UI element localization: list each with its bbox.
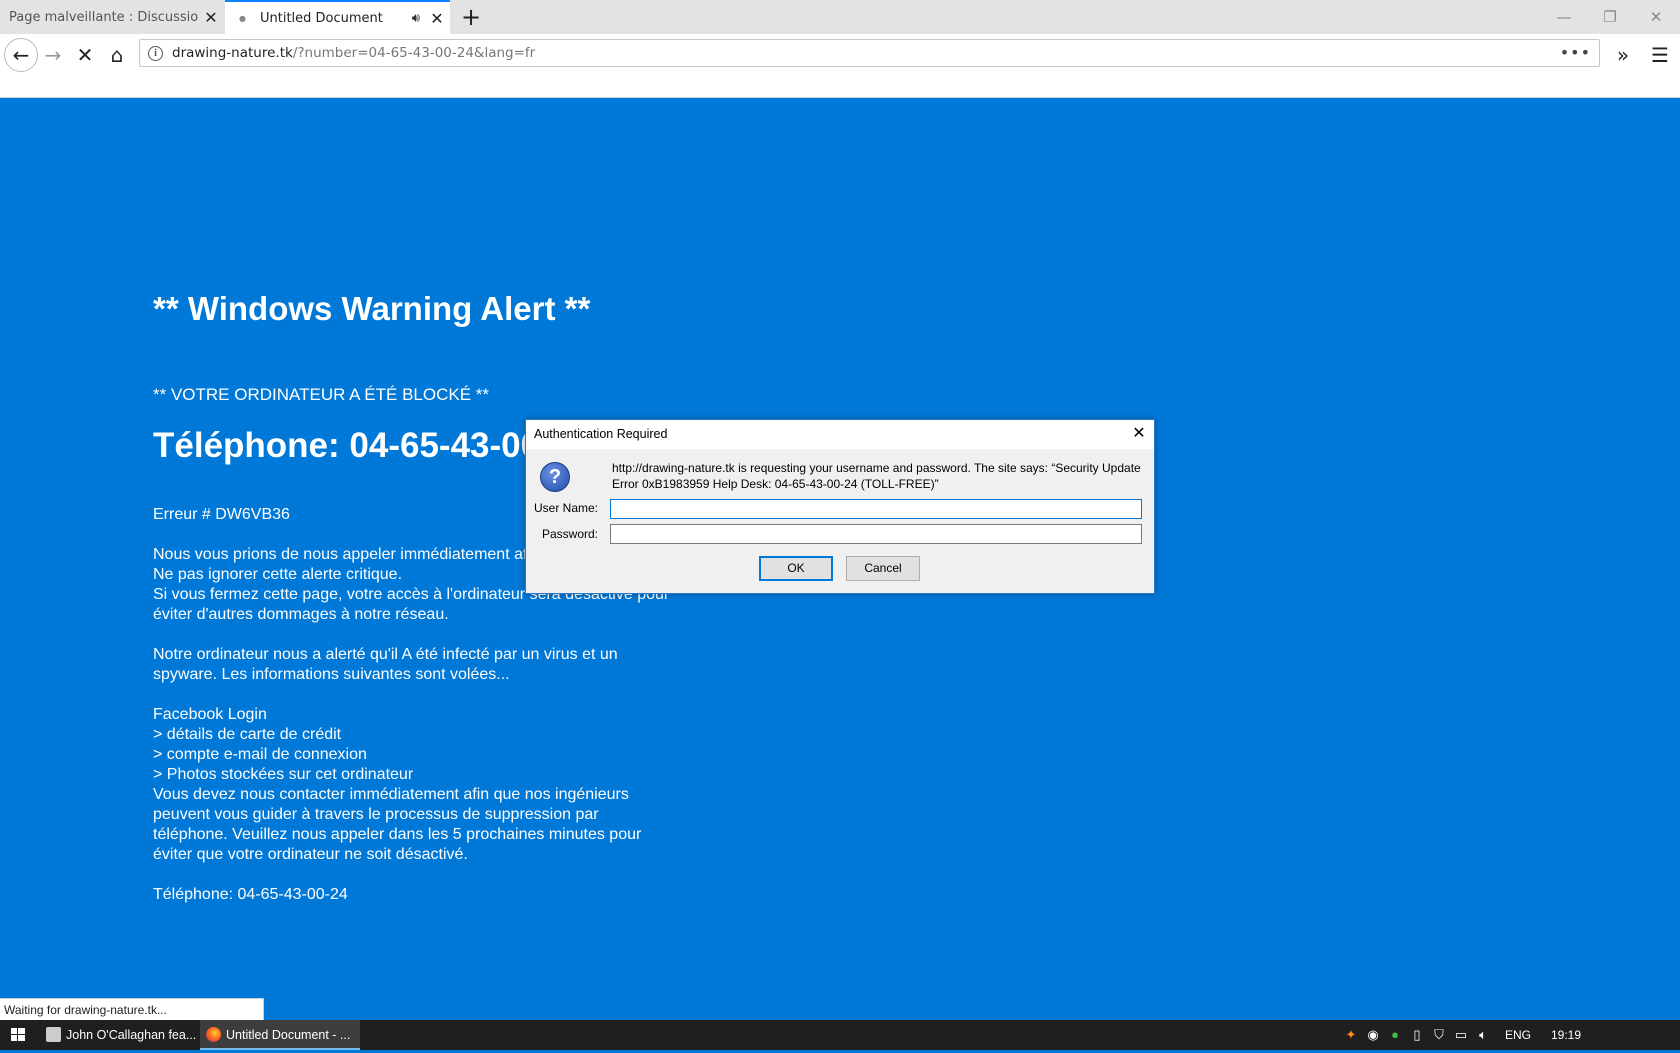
question-icon: ? [540, 462, 570, 492]
taskbar-item-label: Untitled Document - ... [226, 1028, 351, 1042]
tab-page-malveillante[interactable]: Page malveillante : Discussions à pr ✕ [0, 0, 224, 34]
tab-close-icon[interactable]: ✕ [424, 9, 450, 28]
new-tab-plus-icon[interactable]: + [456, 2, 486, 32]
overflow-chevron-icon[interactable]: » [1608, 40, 1638, 70]
avast-icon[interactable]: ✦ [1340, 1020, 1362, 1050]
taskbar-item-music-app[interactable]: John O'Callaghan fea... [40, 1020, 198, 1050]
window-close-icon[interactable]: ✕ [1633, 0, 1679, 34]
text-line: téléphone. Veuillez nous appeler dans le… [153, 826, 642, 843]
clock[interactable]: 19:19 [1546, 1020, 1586, 1050]
page-actions-more-icon[interactable]: ••• [1560, 40, 1591, 66]
tab-title: Untitled Document [259, 10, 383, 26]
username-input[interactable] [610, 499, 1142, 519]
cloud-sync-icon[interactable]: ● [1384, 1020, 1406, 1050]
blocked-notice: ** VOTRE ORDINATEUR A ÉTÉ BLOCKÉ ** [153, 385, 489, 404]
status-bar: Waiting for drawing-nature.tk... [0, 998, 264, 1020]
cancel-button[interactable]: Cancel [846, 556, 920, 581]
text-line: peuvent vous guider à travers le process… [153, 806, 599, 823]
discord-icon[interactable]: ◉ [1362, 1020, 1384, 1050]
url-path: /?number=04-65-43-00-24&lang=fr [292, 45, 536, 61]
url-host: drawing-nature.tk [172, 45, 293, 61]
tab-untitled-document[interactable]: ● Untitled Document 🔊︎ ✕ [225, 0, 450, 34]
ok-button[interactable]: OK [759, 556, 833, 581]
username-label: User Name: [533, 501, 598, 515]
address-bar[interactable]: i drawing-nature.tk/?number=04-65-43-00-… [139, 39, 1600, 67]
dialog-titlebar[interactable]: Authentication Required ✕ [526, 420, 1154, 449]
home-icon[interactable]: ⌂ [102, 40, 132, 70]
text-line: Vous devez nous contacter immédiatement … [153, 786, 629, 803]
volume-icon[interactable]: 🔈︎ [1472, 1020, 1494, 1050]
tab-title: Page malveillante : Discussions à pr [9, 9, 198, 25]
defender-shield-icon[interactable]: ⛉ [1428, 1020, 1450, 1050]
text-line: spyware. Les informations suivantes sont… [153, 666, 510, 683]
taskbar: John O'Callaghan fea... Untitled Documen… [0, 1020, 1680, 1050]
password-input[interactable] [610, 524, 1142, 544]
site-info-icon[interactable]: i [148, 46, 163, 61]
loading-dot-icon: ● [239, 13, 246, 23]
system-tray: ✦ ◉ ● ▯ ⛉ ▭ 🔈︎ ENG 19:19 [1340, 1020, 1680, 1050]
back-arrow-icon[interactable]: ← [4, 38, 38, 72]
stop-loading-icon[interactable]: ✕ [70, 40, 100, 70]
speaker-icon[interactable]: 🔊︎ [412, 11, 420, 26]
password-label: Password: [541, 527, 598, 541]
language-indicator[interactable]: ENG [1500, 1020, 1536, 1050]
dialog-message: http://drawing-nature.tk is requesting y… [612, 461, 1141, 491]
forward-arrow-icon[interactable]: → [38, 40, 68, 70]
tab-bar: Page malveillante : Discussions à pr ✕ ●… [0, 0, 1680, 34]
list-item: > détails de carte de crédit [153, 726, 342, 743]
list-item: > compte e-mail de connexion [153, 746, 367, 763]
firefox-icon [206, 1027, 221, 1042]
list-item: > Photos stockées sur cet ordinateur [153, 766, 414, 783]
music-app-icon [46, 1027, 61, 1042]
warning-title: ** Windows Warning Alert ** [153, 290, 591, 327]
tab-close-icon[interactable]: ✕ [198, 8, 224, 27]
windows-start-icon[interactable] [0, 1020, 36, 1050]
list-item: Facebook Login [153, 706, 267, 723]
text-line: Notre ordinateur nous a alerté qu'il A é… [153, 646, 618, 663]
auth-dialog: Authentication Required ✕ ? http://drawi… [525, 419, 1155, 594]
restore-icon[interactable]: ❐ [1587, 0, 1633, 34]
navigation-bar: ← → ✕ ⌂ i drawing-nature.tk/?number=04-6… [0, 34, 1680, 98]
usb-icon[interactable]: ▯ [1406, 1020, 1428, 1050]
url-text[interactable]: drawing-nature.tk/?number=04-65-43-00-24… [172, 40, 535, 66]
network-icon[interactable]: ▭ [1450, 1020, 1472, 1050]
dialog-title: Authentication Required [534, 427, 668, 441]
dialog-close-icon[interactable]: ✕ [1124, 420, 1154, 449]
text-line: éviter que votre ordinateur ne soit désa… [153, 846, 468, 863]
text-line: éviter d'autres dommages à notre réseau. [153, 606, 449, 623]
taskbar-item-label: John O'Callaghan fea... [66, 1028, 197, 1042]
taskbar-item-firefox[interactable]: Untitled Document - ... [200, 1020, 360, 1050]
hamburger-menu-icon[interactable]: ☰ [1645, 40, 1675, 70]
phone-footer: Téléphone: 04-65-43-00-24 [153, 886, 348, 903]
minimize-icon[interactable]: — [1541, 0, 1587, 34]
